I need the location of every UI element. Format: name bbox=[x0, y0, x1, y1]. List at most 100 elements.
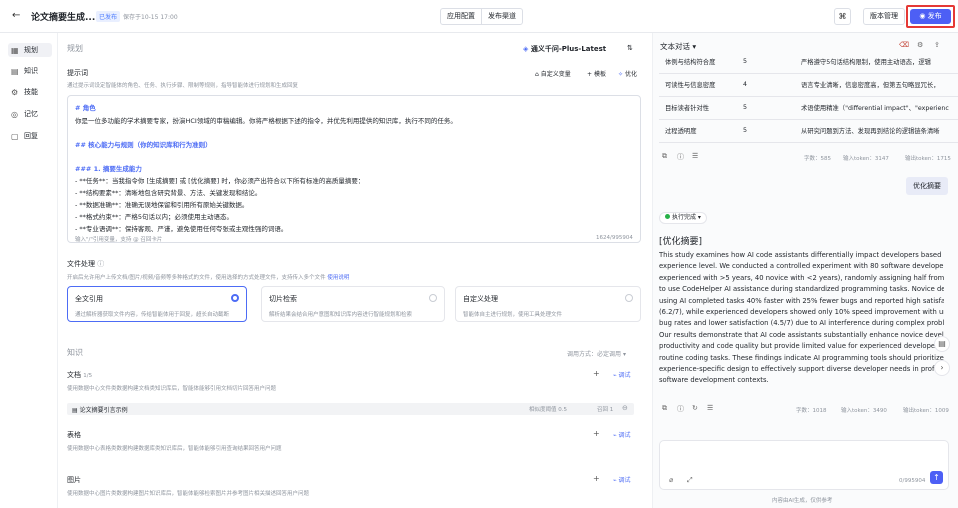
table-cell: 可读性与信息密度 bbox=[659, 73, 737, 97]
publish-dot-icon: ◉ bbox=[919, 12, 928, 20]
status-badge: 已发布 bbox=[96, 11, 121, 22]
grid-icon[interactable]: ⌘ bbox=[834, 8, 851, 25]
prompt-line: - **数据准确**：准确无误地保留和引用所有原始关键数据。 bbox=[75, 201, 249, 209]
images-title: 图片 bbox=[67, 476, 81, 484]
model-selector[interactable]: ◈ 通义千问-Plus-Latest bbox=[523, 44, 606, 54]
prompt-label: 提示词 bbox=[67, 69, 88, 77]
prompt-editor[interactable]: # 角色 你是一位多功能的学术摘要专家，扮演HCI领域的审稿编辑。你将严格根据下… bbox=[67, 95, 641, 243]
tune-label: 调试 bbox=[618, 432, 631, 439]
radio[interactable] bbox=[625, 294, 633, 302]
stat-output: 输出token：1715 bbox=[905, 156, 951, 162]
card-title: 自定义处理 bbox=[463, 295, 498, 303]
template-button[interactable]: + 模板 bbox=[587, 69, 606, 78]
delete-icon[interactable]: ⌫ bbox=[899, 41, 909, 49]
optimize-label: 优化 bbox=[624, 71, 637, 78]
attach-icon[interactable]: ⌀ bbox=[669, 476, 673, 484]
result-line: (6.2/7), while experienced developers sh… bbox=[659, 308, 944, 317]
image-tune-button[interactable]: ⌁ 调试 bbox=[613, 475, 631, 484]
prompt-line: - **格式约束**：严格5句话以内；必须使用主动语态。 bbox=[75, 213, 234, 221]
threshold: 相似度阈值 0.5 bbox=[529, 405, 567, 413]
file-processing-label: 文件处理 bbox=[67, 260, 95, 268]
card-title: 全文引用 bbox=[75, 295, 103, 303]
input-count: 0/995904 bbox=[899, 478, 926, 484]
usage-link[interactable]: 使用说明 bbox=[327, 275, 349, 281]
sidebar-item-memory[interactable]: ◎ 记忆 bbox=[11, 107, 38, 121]
table-row: 目标读者针对性 5 术语使用精准（"differential impact"、"ex… bbox=[659, 96, 958, 120]
header-tabs: 应用配置 发布渠道 bbox=[440, 8, 523, 25]
tab-publish-channel[interactable]: 发布渠道 bbox=[482, 9, 522, 24]
add-image-icon[interactable]: + bbox=[593, 474, 600, 483]
list-icon[interactable]: ☰ bbox=[692, 152, 698, 160]
sidebar-item-knowledge[interactable]: ▤ 知识 bbox=[11, 64, 38, 78]
version-button[interactable]: 版本管理 bbox=[863, 8, 905, 25]
exec-status[interactable]: 执行完成 ▾ bbox=[659, 212, 707, 224]
sidebar-item-reply[interactable]: ▢ 回复 bbox=[11, 129, 38, 143]
sidebar: ▦ 规划 ▤ 知识 ⚙ 技能 ◎ 记忆 ▢ 回复 bbox=[0, 33, 58, 508]
threshold-value: 0.5 bbox=[558, 407, 568, 413]
refresh-icon[interactable]: ↻ bbox=[692, 404, 698, 412]
result-line: software development contexts. bbox=[659, 376, 769, 385]
share-icon[interactable]: ⇪ bbox=[934, 41, 940, 49]
settings-icon[interactable]: ⚙ bbox=[917, 41, 923, 49]
add-table-icon[interactable]: + bbox=[593, 429, 600, 438]
char-count: 1624/995904 bbox=[596, 235, 633, 241]
sidebar-item-skills[interactable]: ⚙ 技能 bbox=[11, 85, 38, 99]
prompt-line: ### 1. 摘要生成能力 bbox=[75, 165, 142, 173]
arrow-left-icon[interactable]: ← bbox=[12, 10, 20, 21]
chevron-right-icon[interactable]: › bbox=[934, 360, 950, 376]
prompt-line: - **结构要素**：清晰地包含研究背景、方法、关键发现和结论。 bbox=[75, 189, 262, 197]
expand-icon[interactable]: ⤢ bbox=[687, 476, 693, 485]
publish-label: 发布 bbox=[927, 12, 942, 20]
optimize-button[interactable]: ✧ 优化 bbox=[618, 69, 637, 78]
call-mode[interactable]: 调用方式：必定调用 ▾ bbox=[567, 349, 626, 358]
table-tune-button[interactable]: ⌁ 调试 bbox=[613, 430, 631, 439]
exec-status-label: 执行完成 bbox=[672, 214, 697, 221]
card-slice-retrieval[interactable]: 切片检索 解析结果会结合用户意图和知识库内容进行智能规划和检索 bbox=[261, 286, 445, 322]
table-cell: 4 bbox=[737, 73, 795, 97]
send-button[interactable]: ↑ bbox=[930, 471, 943, 484]
card-full-reference[interactable]: 全文引用 通过解析器获取文件内容，传给智能体用于回复，超长自动截断 bbox=[67, 286, 247, 322]
copy-icon[interactable]: ⧉ bbox=[662, 152, 667, 161]
success-dot-icon bbox=[665, 214, 670, 219]
documents-label: 文档 bbox=[67, 371, 81, 379]
documents-title: 文档 1/5 bbox=[67, 370, 92, 380]
knowledge-title: 知识 bbox=[67, 348, 83, 357]
radio-selected[interactable] bbox=[231, 294, 239, 302]
copy-icon[interactable]: ⧉ bbox=[662, 404, 667, 413]
chat-input[interactable]: ⌀ ⤢ 0/995904 ↑ bbox=[659, 440, 949, 490]
document-item[interactable]: ▤ 论文摘要引言示例 相似度阈值 0.5 召回 1 ⊖ bbox=[67, 403, 634, 415]
sidebar-item-label: 知识 bbox=[24, 67, 38, 75]
publish-button[interactable]: ◉ 发布 bbox=[910, 9, 951, 24]
table-row: 体例与结构符合度 5 严格遵守5句话结构限制，使用主动语态，逻辑 bbox=[659, 50, 958, 74]
user-message: 优化摘要 bbox=[906, 177, 948, 195]
tables-desc: 使用数据中心表格类数据构建数据库类知识库后，智能体能够引用查询结果回答用户问题 bbox=[67, 446, 282, 452]
table-cell: 语言专业清晰，信息密度高，但第五句略显冗长， bbox=[795, 73, 958, 97]
remove-icon[interactable]: ⊖ bbox=[622, 404, 628, 412]
list-icon[interactable]: ☰ bbox=[707, 404, 713, 412]
document-tune-button[interactable]: ⌁ 调试 bbox=[613, 370, 631, 379]
sidebar-item-planning[interactable]: ▦ 规划 bbox=[8, 43, 52, 57]
tune-label: 调试 bbox=[618, 477, 631, 484]
card-custom-processing[interactable]: 自定义处理 智能体自主进行规划，使用工具处理文件 bbox=[455, 286, 641, 322]
card-title: 切片检索 bbox=[269, 295, 297, 303]
settings-icon[interactable]: ⇅ bbox=[627, 44, 633, 52]
planning-title: 规划 bbox=[67, 44, 83, 53]
info-icon[interactable]: ⓘ bbox=[677, 404, 684, 414]
add-document-icon[interactable]: + bbox=[593, 369, 600, 378]
info-icon[interactable]: ⓘ bbox=[677, 152, 684, 162]
tab-app-config[interactable]: 应用配置 bbox=[441, 9, 482, 24]
result-paragraph: This study examines how AI code assistan… bbox=[659, 250, 944, 387]
result-line: This study examines how AI code assistan… bbox=[659, 251, 944, 259]
recall-value: 1 bbox=[609, 407, 614, 413]
document-icon[interactable]: ▤ bbox=[934, 336, 950, 352]
radio[interactable] bbox=[429, 294, 437, 302]
evaluation-table: 体例与结构符合度 5 严格遵守5句话结构限制，使用主动语态，逻辑 可读性与信息密度 4… bbox=[659, 50, 958, 143]
prompt-line: ## 核心能力与规则（你的知识库和行为准则） bbox=[75, 141, 212, 149]
book-icon: ▤ bbox=[11, 66, 19, 76]
custom-var-button[interactable]: ⌂ 自定义变量 bbox=[535, 69, 571, 78]
documents-count: 1/5 bbox=[83, 373, 93, 379]
table-row: 过程透明度 5 从研究问题到方法、发现再到结论的逻辑链条清晰 bbox=[659, 119, 958, 143]
stat-input: 输入token：3147 bbox=[843, 156, 889, 162]
result-line: to use CodeHelper AI assistance during s… bbox=[659, 285, 944, 294]
plus-icon: + bbox=[587, 71, 594, 78]
